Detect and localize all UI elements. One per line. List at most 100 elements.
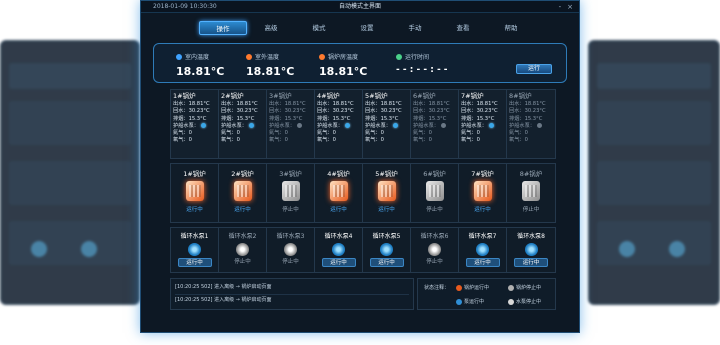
minimize-icon[interactable]: -: [559, 1, 562, 13]
exhaust-temp: 排烟：15.3°C: [221, 115, 255, 122]
boiler-info-cell: 7#锅炉 出水：18.81°C 回水：30.23°C 排烟：15.3°C 护船水泵： 氮气…: [459, 90, 507, 158]
pump-status: 停止中: [234, 259, 251, 265]
pump-card[interactable]: 循环水泵1 运行中: [171, 228, 219, 272]
pump-name: 循环水泵1: [180, 233, 209, 240]
protect-pump: 护船水泵：: [413, 122, 456, 130]
pump-fan-icon: [476, 243, 489, 256]
protect-pump: 护船水泵：: [173, 122, 216, 130]
return-temp: 回水：30.23°C: [221, 108, 258, 115]
boiler-info-table: 1#锅炉 出水：18.81°C 回水：30.23°C 排烟：15.3°C 护船水泵： 氮气…: [170, 89, 556, 159]
boiler-name: 8#锅炉: [519, 170, 543, 178]
close-icon[interactable]: ×: [567, 1, 573, 13]
pump-indicator-icon: [440, 122, 446, 128]
boiler-stopped-icon: [508, 284, 514, 291]
pump-name: 循环水泵3: [276, 233, 305, 240]
protect-pump: 护船水泵：: [269, 122, 312, 130]
boiler-info-cell: 3#锅炉 出水：18.81°C 回水：30.23°C 排烟：15.3°C 护船水泵： 氮气…: [267, 90, 315, 158]
oxygen-value: 氧气：0: [221, 137, 240, 144]
exhaust-temp: 排烟：15.3°C: [509, 115, 543, 122]
tab-operate[interactable]: 操作: [199, 21, 247, 35]
pump-name: 循环水泵5: [372, 233, 401, 240]
pump-stopped-icon: [508, 298, 514, 305]
tab-advanced[interactable]: 高级: [247, 21, 295, 35]
exhaust-temp: 排烟：15.3°C: [317, 115, 351, 122]
pump-indicator-icon: [296, 122, 302, 128]
pump-status-row: 循环水泵1 运行中 循环水泵2 停止中 循环水泵3 停止中 循环水泵4 运行中 循环水泵5 运行中…: [170, 227, 556, 273]
boiler-name: 5#锅炉: [375, 170, 398, 178]
boiler-info-cell: 1#锅炉 出水：18.81°C 回水：30.23°C 排烟：15.3°C 护船水泵： 氮气…: [171, 90, 219, 158]
boiler-icon: [233, 181, 252, 201]
protect-pump: 护船水泵：: [461, 122, 504, 130]
tab-view[interactable]: 查看: [439, 21, 487, 35]
return-temp: 回水：30.23°C: [413, 108, 450, 115]
boiler-card[interactable]: 5#锅炉 运行中: [363, 164, 411, 222]
tab-mode[interactable]: 模式: [295, 21, 343, 35]
return-temp: 回水：30.23°C: [509, 108, 546, 115]
pump-card[interactable]: 循环水泵2 停止中: [219, 228, 267, 272]
boiler-card[interactable]: 6#锅炉 停止中: [411, 164, 459, 222]
run-button[interactable]: 运行: [516, 64, 552, 74]
oxygen-value: 氧气：0: [461, 137, 480, 144]
event-log: [10:20:25 502] 进入离级 → 锅炉启动页面 [10:20:25 5…: [170, 278, 414, 310]
tab-manual[interactable]: 手动: [391, 21, 439, 35]
boiler-icon: [329, 181, 348, 201]
boiler-info-cell: 8#锅炉 出水：18.81°C 回水：30.23°C 排烟：15.3°C 护船水泵： 氮气…: [507, 90, 555, 158]
tab-settings[interactable]: 设置: [343, 21, 391, 35]
boiler-card[interactable]: 7#锅炉 运行中: [459, 164, 507, 222]
pump-card[interactable]: 循环水泵8 运行中: [507, 228, 555, 272]
background-panel-right: [588, 40, 720, 305]
legend-pump-running: 泵运行中: [464, 299, 485, 305]
pump-status: 停止中: [426, 259, 443, 265]
exhaust-temp: 排烟：15.3°C: [269, 115, 303, 122]
legend-pump-stopped: 水泵停止中: [516, 299, 542, 305]
boiler-card[interactable]: 8#锅炉 停止中: [507, 164, 555, 222]
boiler-name: 1#锅炉: [183, 170, 206, 178]
boiler-info-cell: 6#锅炉 出水：18.81°C 回水：30.23°C 排烟：15.3°C 护船水泵： 氮气…: [411, 90, 459, 158]
status-legend: 状态注释： 锅炉运行中 锅炉停止中 泵运行中 水泵停止中: [417, 278, 556, 310]
oxygen-value: 氧气：0: [413, 137, 432, 144]
exhaust-temp: 排烟：15.3°C: [461, 115, 495, 122]
tab-help[interactable]: 帮助: [487, 21, 535, 35]
pump-fan-icon: [236, 243, 249, 256]
return-temp: 回水：30.23°C: [269, 108, 306, 115]
boiler-name: 3#锅炉: [279, 170, 302, 178]
nav-tabs: 操作 高级 模式 设置 手动 查看 帮助: [199, 21, 535, 35]
pump-indicator-icon: [392, 122, 398, 128]
boiler-card[interactable]: 3#锅炉 停止中: [267, 164, 315, 222]
pump-status: 运行中: [369, 258, 404, 267]
boiler-info-cell: 2#锅炉 出水：18.81°C 回水：30.23°C 排烟：15.3°C 护船水泵： 氮气…: [219, 90, 267, 158]
boiler-icon: [185, 181, 204, 201]
pump-indicator-icon: [488, 122, 494, 128]
boiler-info-name: 5#锅炉: [365, 92, 388, 100]
window-title: 自动模式主界面: [338, 3, 381, 10]
boiler-card[interactable]: 2#锅炉 运行中: [219, 164, 267, 222]
oxygen-value: 氧气：0: [173, 137, 192, 144]
pump-card[interactable]: 循环水泵3 停止中: [267, 228, 315, 272]
pump-fan-icon: [284, 243, 297, 256]
boiler-status: 停止中: [426, 207, 443, 213]
main-window: 2018-01-09 10:30:30 自动模式主界面 - × 操作 高级 模式…: [140, 0, 580, 333]
boiler-info-name: 2#锅炉: [221, 92, 244, 100]
pump-fan-icon: [332, 243, 345, 256]
pump-card[interactable]: 循环水泵5 运行中: [363, 228, 411, 272]
boiler-info-name: 6#锅炉: [413, 92, 436, 100]
boiler-card[interactable]: 1#锅炉 运行中: [171, 164, 219, 222]
boiler-icon: [377, 181, 396, 201]
pump-name: 循环水泵4: [324, 233, 353, 240]
protect-pump: 护船水泵：: [365, 122, 408, 130]
pump-card[interactable]: 循环水泵4 运行中: [315, 228, 363, 272]
return-temp: 回水：30.23°C: [365, 108, 402, 115]
pump-card[interactable]: 循环水泵6 停止中: [411, 228, 459, 272]
exhaust-temp: 排烟：15.3°C: [173, 115, 207, 122]
title-bar: 2018-01-09 10:30:30 自动模式主界面 - ×: [141, 1, 579, 13]
runtime-value: - - : - - : - -: [396, 65, 448, 75]
boiler-info-name: 1#锅炉: [173, 92, 196, 100]
pump-indicator-icon: [536, 122, 542, 128]
pump-card[interactable]: 循环水泵7 运行中: [459, 228, 507, 272]
boiler-card[interactable]: 4#锅炉 运行中: [315, 164, 363, 222]
boiler-info-name: 7#锅炉: [461, 92, 484, 100]
pump-fan-icon: [380, 243, 393, 256]
background-panel-left: [0, 40, 140, 305]
boiler-status: 运行中: [234, 207, 251, 213]
pump-indicator-icon: [200, 122, 206, 128]
